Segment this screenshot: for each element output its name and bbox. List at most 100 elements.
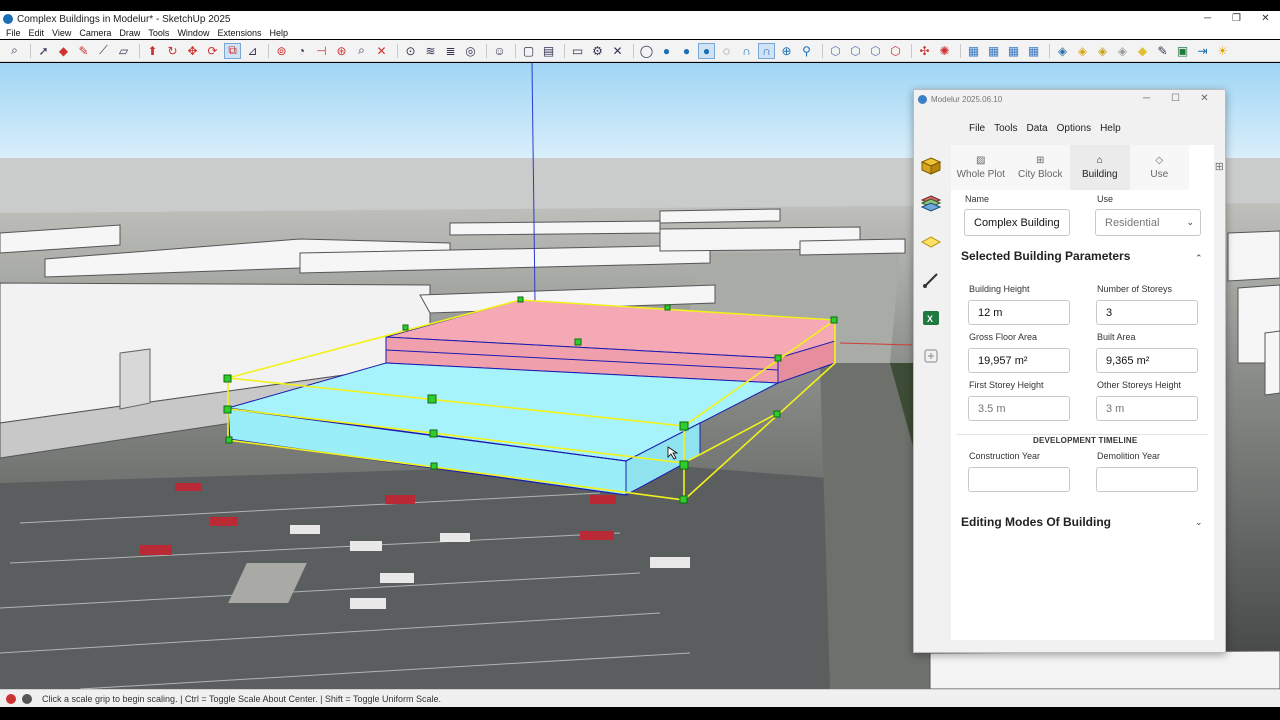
cube-grey-icon[interactable]: ◈ — [1114, 43, 1131, 59]
hexagon-icon[interactable]: ⬡ — [867, 43, 884, 59]
orbit-icon[interactable]: ⊛ — [333, 43, 350, 59]
construction-year-input[interactable] — [968, 467, 1070, 492]
panel-close-icon[interactable]: ✕ — [1190, 93, 1219, 104]
excel-icon[interactable]: ▣ — [1174, 43, 1191, 59]
add-circle-icon[interactable]: ⊕ — [778, 43, 795, 59]
axes-icon[interactable]: ⊣ — [313, 43, 330, 59]
tape-measure-icon[interactable]: ⊚ — [273, 43, 290, 59]
cube-blue-icon[interactable]: ◈ — [1054, 43, 1071, 59]
brush-icon[interactable] — [920, 269, 942, 291]
new-file-icon[interactable]: ▢ — [520, 43, 537, 59]
scale-icon[interactable]: ⧉ — [224, 42, 241, 59]
menu-tools[interactable]: Tools — [148, 28, 169, 38]
cube-yellow-icon[interactable]: ◈ — [1074, 43, 1091, 59]
menu-file[interactable]: File — [6, 28, 21, 38]
drop-icon[interactable]: ● — [678, 43, 695, 59]
excel-export-icon[interactable]: X — [920, 307, 942, 329]
hexagon-red-icon[interactable]: ⬡ — [887, 43, 904, 59]
drop-outline-icon[interactable]: ◌ — [718, 43, 735, 59]
hexagon-icon[interactable]: ⬡ — [847, 43, 864, 59]
follow-me-icon[interactable]: ↻ — [164, 43, 181, 59]
menu-camera[interactable]: Camera — [79, 28, 111, 38]
storeys-input[interactable]: 3 — [1096, 300, 1198, 325]
params-section-title[interactable]: Selected Building Parameters — [961, 249, 1130, 263]
name-input[interactable]: Complex Building — [964, 209, 1070, 236]
tab-building[interactable]: ⌂ Building — [1070, 145, 1130, 190]
menu-extensions[interactable]: Extensions — [217, 28, 261, 38]
layers-icon[interactable]: ≋ — [422, 43, 439, 59]
cube-stack-icon[interactable]: ◈ — [1094, 43, 1111, 59]
stack-icon[interactable]: ≣ — [442, 43, 459, 59]
folder-icon[interactable]: ▭ — [569, 43, 586, 59]
node-icon[interactable]: ⚲ — [798, 43, 815, 59]
menu-help[interactable]: Help — [269, 28, 288, 38]
magnet-active-icon[interactable]: ∩ — [758, 42, 775, 59]
building-height-input[interactable]: 12 m — [968, 300, 1070, 325]
move-node-icon[interactable]: ✣ — [916, 43, 933, 59]
brush-icon[interactable]: ✎ — [1154, 43, 1171, 59]
select-icon[interactable]: ➚ — [35, 43, 52, 59]
panel-menu-help[interactable]: Help — [1100, 123, 1121, 134]
chevron-up-icon[interactable]: ⌃ — [1195, 253, 1203, 264]
demolition-year-input[interactable] — [1096, 467, 1198, 492]
panel-menu-file[interactable]: File — [969, 123, 985, 134]
eraser-icon[interactable]: ◆ — [55, 43, 72, 59]
editing-modes-title[interactable]: Editing Modes Of Building — [961, 515, 1111, 529]
add-folder-icon[interactable]: ⊞ — [1215, 160, 1224, 173]
close-icon[interactable]: ✕ — [1251, 11, 1280, 27]
panel-menu-tools[interactable]: Tools — [994, 123, 1017, 134]
grid-plane-icon[interactable]: ▦ — [965, 43, 982, 59]
offset-icon[interactable]: ⊿ — [244, 43, 261, 59]
panel-minimize-icon[interactable]: ─ — [1132, 93, 1161, 104]
tab-city-block[interactable]: ⊞ City Block — [1010, 145, 1070, 190]
minimize-icon[interactable]: ─ — [1193, 11, 1222, 27]
use-select[interactable]: Residential ⌄ — [1095, 209, 1201, 236]
panel-menu-options[interactable]: Options — [1057, 123, 1091, 134]
grid-plane-icon[interactable]: ▦ — [1025, 43, 1042, 59]
drop-active-icon[interactable]: ● — [698, 42, 715, 59]
drop-outline-icon[interactable]: ◯ — [638, 43, 655, 59]
panel-maximize-icon[interactable]: ☐ — [1161, 93, 1190, 104]
add-square-icon[interactable] — [920, 345, 942, 367]
building-stack-icon[interactable] — [920, 155, 942, 177]
zoom-icon[interactable]: ⌕ — [353, 43, 370, 59]
magnet-icon[interactable]: ∩ — [738, 43, 755, 59]
zoom-extents-icon[interactable]: ✕ — [373, 43, 390, 59]
drop-icon[interactable]: ● — [658, 43, 675, 59]
info-icon[interactable] — [22, 693, 32, 704]
chevron-down-icon[interactable]: ⌄ — [1195, 517, 1203, 528]
menu-edit[interactable]: Edit — [29, 28, 45, 38]
geo-location-icon[interactable] — [6, 693, 16, 704]
sun-icon[interactable]: ☀ — [1214, 43, 1231, 59]
rectangle-icon[interactable]: ▱ — [115, 43, 132, 59]
plot-plane-icon[interactable] — [920, 231, 942, 253]
panel-menu-data[interactable]: Data — [1026, 123, 1047, 134]
grid-plane-icon[interactable]: ▦ — [985, 43, 1002, 59]
protractor-icon[interactable]: ◔ — [293, 43, 310, 59]
restore-icon[interactable]: ❐ — [1222, 11, 1251, 27]
menu-view[interactable]: View — [52, 28, 71, 38]
user-icon[interactable]: ☺ — [491, 43, 508, 59]
move-icon[interactable]: ✥ — [184, 43, 201, 59]
pencil-icon[interactable]: ✎ — [75, 43, 92, 59]
first-storey-input[interactable]: 3.5 m — [968, 396, 1070, 421]
export-icon[interactable]: ⇥ — [1194, 43, 1211, 59]
rotate-icon[interactable]: ⟳ — [204, 43, 221, 59]
close-icon[interactable]: ✕ — [609, 43, 626, 59]
tab-use[interactable]: ◇ Use — [1129, 145, 1189, 190]
gear-icon[interactable]: ⚙ — [589, 43, 606, 59]
grid-plane-icon[interactable]: ▦ — [1005, 43, 1022, 59]
other-storeys-input[interactable]: 3 m — [1096, 396, 1198, 421]
built-area-input[interactable]: 9,365 m² — [1096, 348, 1198, 373]
push-pull-icon[interactable]: ⬆ — [144, 43, 161, 59]
file-icon[interactable]: ▤ — [540, 43, 557, 59]
plane-yellow-icon[interactable]: ◆ — [1134, 43, 1151, 59]
line-icon[interactable]: ⟋ — [95, 43, 112, 59]
rotate-node-icon[interactable]: ✺ — [936, 43, 953, 59]
layers-stack-icon[interactable] — [920, 193, 942, 215]
menu-draw[interactable]: Draw — [119, 28, 140, 38]
gfa-input[interactable]: 19,957 m² — [968, 348, 1070, 373]
tab-whole-plot[interactable]: ▨ Whole Plot — [951, 145, 1011, 190]
terrain-icon[interactable]: ◎ — [462, 43, 479, 59]
component-icon[interactable]: ⊙ — [402, 43, 419, 59]
